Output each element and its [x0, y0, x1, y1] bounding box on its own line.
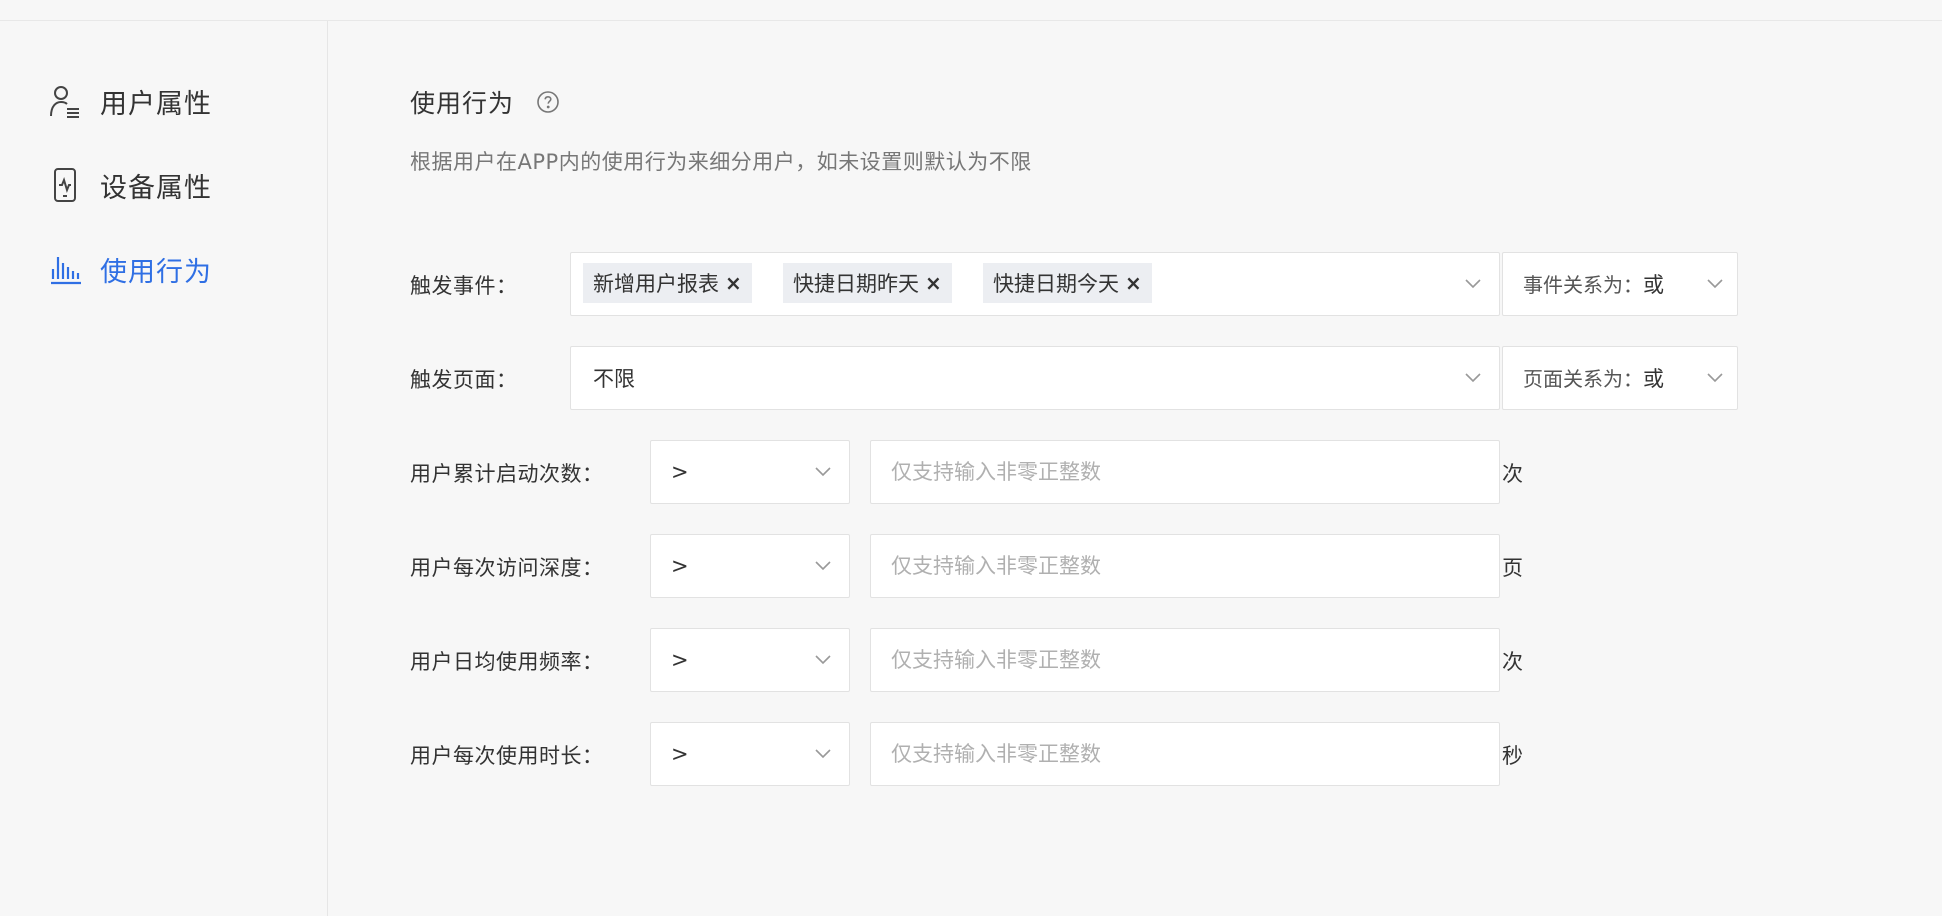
trigger-page-select[interactable]: 不限	[570, 346, 1500, 410]
event-tag: 快捷日期昨天 ×	[783, 263, 952, 303]
remove-tag-icon[interactable]: ×	[925, 271, 942, 295]
section-header: 使用行为	[410, 84, 560, 120]
sidebar-item-usage-behavior[interactable]: 使用行为	[48, 249, 212, 289]
user-profile-icon	[48, 83, 82, 119]
metric-unit: 次	[1502, 650, 1523, 674]
chevron-down-icon	[1707, 373, 1723, 383]
operator-select[interactable]: >	[650, 628, 850, 692]
metric-label: 用户每次访问深度：	[410, 556, 604, 580]
trigger-event-select[interactable]: 新增用户报表 × 快捷日期昨天 × 快捷日期今天 ×	[570, 252, 1500, 316]
sidebar: 用户属性 设备属性 使用行为	[0, 21, 328, 916]
metric-unit: 秒	[1502, 744, 1523, 768]
event-relation-select[interactable]: 事件关系为：或	[1502, 252, 1738, 316]
metric-value-input[interactable]	[870, 628, 1500, 692]
mobile-device-icon	[48, 167, 82, 203]
chevron-down-icon	[815, 561, 831, 571]
trigger-page-value: 不限	[593, 367, 635, 391]
event-tag-label: 快捷日期昨天	[793, 272, 919, 296]
operator-value: >	[671, 648, 689, 672]
metric-value-input[interactable]	[870, 534, 1500, 598]
metric-unit: 页	[1502, 556, 1523, 580]
section-title: 使用行为	[410, 89, 515, 118]
operator-value: >	[671, 554, 689, 578]
trigger-event-label: 触发事件：	[410, 274, 518, 298]
metric-value-input[interactable]	[870, 722, 1500, 786]
sidebar-item-device-attributes[interactable]: 设备属性	[48, 165, 212, 205]
metric-label: 用户累计启动次数：	[410, 462, 604, 486]
sidebar-item-label: 使用行为	[100, 256, 212, 288]
metric-value-input[interactable]	[870, 440, 1500, 504]
operator-value: >	[671, 742, 689, 766]
section-description: 根据用户在APP内的使用行为来细分用户，如未设置则默认为不限	[410, 150, 1032, 174]
chevron-down-icon	[1465, 279, 1481, 289]
help-icon[interactable]	[536, 90, 560, 114]
trigger-page-label: 触发页面：	[410, 368, 518, 392]
page-relation-select[interactable]: 页面关系为：或	[1502, 346, 1738, 410]
operator-select[interactable]: >	[650, 534, 850, 598]
metric-label: 用户每次使用时长：	[410, 744, 604, 768]
chevron-down-icon	[815, 467, 831, 477]
metric-unit: 次	[1502, 462, 1523, 486]
event-tag: 新增用户报表 ×	[583, 263, 752, 303]
operator-select[interactable]: >	[650, 722, 850, 786]
chevron-down-icon	[815, 749, 831, 759]
remove-tag-icon[interactable]: ×	[1125, 271, 1142, 295]
sidebar-item-user-attributes[interactable]: 用户属性	[48, 81, 212, 121]
event-relation-text: 事件关系为：或	[1523, 273, 1664, 297]
page-relation-text: 页面关系为：或	[1523, 367, 1664, 391]
event-tag-label: 快捷日期今天	[993, 272, 1119, 296]
remove-tag-icon[interactable]: ×	[725, 271, 742, 295]
chevron-down-icon	[1707, 279, 1723, 289]
event-tag: 快捷日期今天 ×	[983, 263, 1152, 303]
operator-value: >	[671, 460, 689, 484]
chevron-down-icon	[815, 655, 831, 665]
sidebar-item-label: 设备属性	[100, 172, 212, 204]
chevron-down-icon	[1465, 373, 1481, 383]
bar-chart-icon	[48, 251, 82, 287]
operator-select[interactable]: >	[650, 440, 850, 504]
metric-label: 用户日均使用频率：	[410, 650, 604, 674]
event-tag-label: 新增用户报表	[593, 272, 719, 296]
sidebar-item-label: 用户属性	[100, 88, 212, 120]
